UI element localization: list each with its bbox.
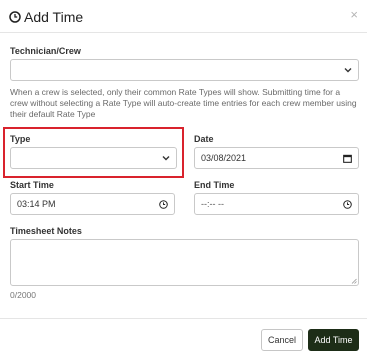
timesheet-notes-textarea[interactable] (10, 239, 359, 286)
footer-divider (0, 318, 367, 319)
cancel-button[interactable]: Cancel (261, 329, 303, 351)
type-select[interactable] (10, 147, 177, 169)
start-time-label: Start Time (10, 180, 54, 190)
clock-icon[interactable] (343, 199, 352, 209)
start-time-input[interactable]: 03:14 PM (10, 193, 175, 215)
date-input[interactable]: 03/08/2021 (194, 147, 359, 169)
modal-header: Add Time × (0, 0, 367, 32)
technician-label: Technician/Crew (10, 46, 81, 56)
crew-help-text: When a crew is selected, only their comm… (10, 87, 357, 119)
modal-title: Add Time (9, 9, 83, 25)
end-time-placeholder: --:-- -- (201, 199, 224, 209)
calendar-icon[interactable] (343, 154, 352, 163)
notes-character-counter: 0/2000 (10, 290, 36, 300)
end-time-input[interactable]: --:-- -- (194, 193, 359, 215)
end-time-label: End Time (194, 180, 235, 190)
date-label: Date (194, 134, 214, 144)
start-time-value: 03:14 PM (17, 199, 56, 209)
clock-icon[interactable] (159, 199, 168, 209)
clock-icon (9, 11, 21, 23)
technician-select[interactable] (10, 59, 359, 81)
modal-title-text: Add Time (24, 9, 84, 25)
close-icon[interactable]: × (350, 8, 358, 21)
date-value: 03/08/2021 (201, 153, 247, 163)
header-divider (0, 32, 367, 33)
chevron-down-icon (344, 68, 352, 73)
add-time-button[interactable]: Add Time (308, 329, 359, 351)
resize-grip-icon[interactable] (351, 278, 357, 284)
chevron-down-icon (162, 156, 170, 161)
timesheet-notes-label: Timesheet Notes (10, 226, 82, 236)
type-label: Type (10, 134, 31, 144)
